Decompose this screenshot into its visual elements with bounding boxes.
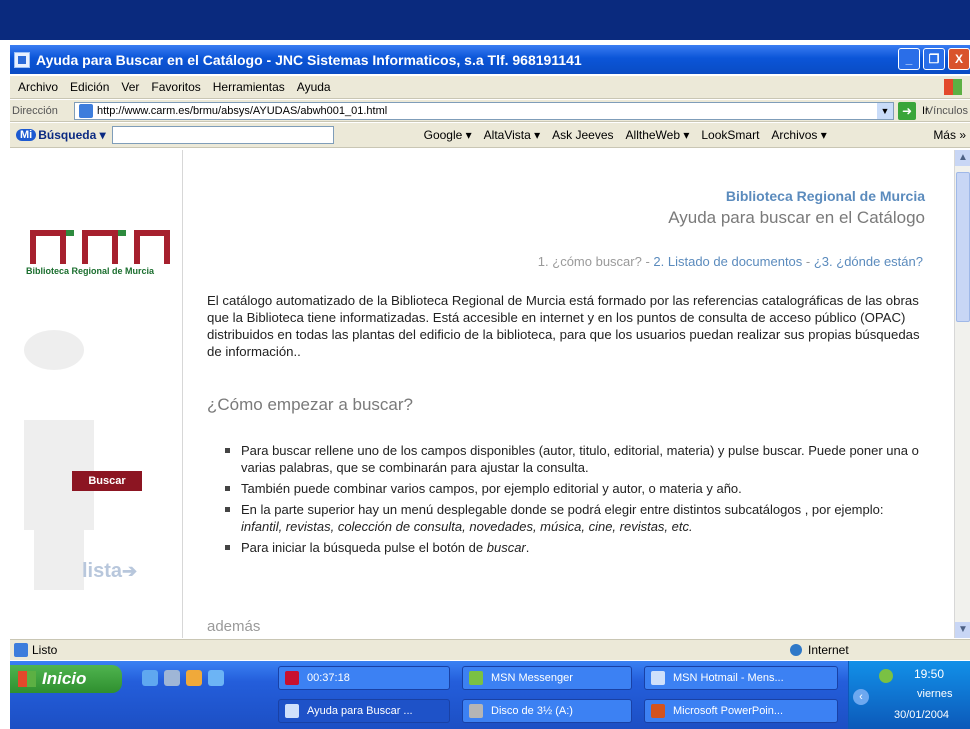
windows-logo-icon — [944, 79, 962, 95]
status-text: Listo — [32, 643, 58, 657]
task-floppy-disk[interactable]: Disco de 3½ (A:) — [462, 699, 632, 723]
address-dropdown-icon[interactable]: ▼ — [877, 102, 893, 119]
ie-icon — [285, 704, 299, 718]
lista-link[interactable]: lista➔ — [82, 560, 137, 583]
more-button[interactable]: Más » — [933, 128, 966, 142]
address-url: http://www.carm.es/brmu/absys/AYUDAS/abw… — [97, 104, 388, 117]
step-2-link[interactable]: 2. Listado de documentos — [653, 254, 802, 269]
menu-ver[interactable]: Ver — [121, 80, 139, 94]
menu-archivo[interactable]: Archivo — [18, 80, 58, 94]
search-toolbar: Mi Búsqueda ▾ Google ▾ AltaVista ▾ Ask J… — [10, 123, 970, 148]
browser-quicklaunch-icon[interactable] — [208, 670, 224, 686]
left-sidebar: Biblioteca Regional de Murcia Buscar lis… — [10, 150, 183, 638]
engine-askjeeves[interactable]: Ask Jeeves — [552, 128, 613, 142]
go-arrow-icon[interactable]: ➜ — [898, 101, 916, 120]
search-engines: Google ▾ AltaVista ▾ Ask Jeeves AlltheWe… — [424, 128, 827, 142]
section-heading: ¿Cómo empezar a buscar? — [207, 395, 413, 414]
close-button[interactable]: X — [948, 48, 970, 70]
chevron-down-icon: ▾ — [96, 128, 106, 142]
main-content: Biblioteca Regional de Murcia Ayuda para… — [195, 150, 935, 638]
ie-page-icon — [14, 51, 30, 68]
list-item: También puede combinar varios campos, po… — [225, 480, 925, 497]
status-bar: Listo Internet — [10, 639, 970, 660]
desktop-quicklaunch-icon[interactable] — [164, 670, 180, 686]
busqueda-label: Búsqueda — [38, 128, 97, 142]
engine-looksmart[interactable]: LookSmart — [701, 128, 759, 142]
engine-archivos[interactable]: Archivos ▾ — [771, 128, 826, 142]
timer-icon — [285, 671, 299, 685]
page-content: Biblioteca Regional de Murcia Buscar lis… — [10, 150, 954, 638]
ie-icon — [651, 671, 665, 685]
minimize-button[interactable]: _ — [898, 48, 920, 70]
window-titlebar[interactable]: Ayuda para Buscar en el Catálogo - JNC S… — [10, 45, 970, 74]
search-input[interactable] — [111, 126, 334, 144]
arrow-right-icon: ➔ — [122, 561, 138, 581]
system-tray: ‹ 19:50 viernes 30/01/2004 — [848, 661, 970, 729]
intro-paragraph: El catálogo automatizado de la Bibliotec… — [207, 293, 920, 359]
msn-tray-icon[interactable] — [879, 669, 893, 683]
engine-google[interactable]: Google ▾ — [424, 128, 472, 142]
start-button[interactable]: Inicio — [10, 665, 122, 693]
messenger-icon — [469, 671, 483, 685]
menu-edicion[interactable]: Edición — [70, 80, 109, 94]
step-navigation: 1. ¿cómo buscar? - 2. Listado de documen… — [537, 254, 923, 269]
page-icon — [79, 103, 93, 118]
list-item: En la parte superior hay un menú despleg… — [225, 501, 925, 535]
maximize-button[interactable]: ❐ — [923, 48, 945, 70]
menu-herramientas[interactable]: Herramientas — [213, 80, 285, 94]
logo-text: Biblioteca Regional de Murcia — [26, 266, 155, 276]
buscar-button[interactable]: Buscar — [72, 471, 142, 491]
clock-date: 30/01/2004 — [894, 709, 950, 721]
org-name: Biblioteca Regional de Murcia — [725, 188, 925, 204]
powerpoint-icon — [651, 704, 665, 718]
links-button[interactable]: Vínculos — [926, 105, 968, 117]
vertical-scrollbar[interactable]: ▲ ▼ — [954, 150, 970, 638]
list-item: Para buscar rellene uno de los campos di… — [225, 442, 925, 476]
task-msn-hotmail[interactable]: MSN Hotmail - Mens... — [644, 666, 838, 690]
engine-altavista[interactable]: AltaVista ▾ — [484, 128, 541, 142]
clock-time[interactable]: 19:50 — [914, 667, 944, 681]
task-powerpoint[interactable]: Microsoft PowerPoin... — [644, 699, 838, 723]
instructions-list: Para buscar rellene uno de los campos di… — [225, 442, 925, 560]
clock-day: viernes — [917, 688, 953, 700]
step-1: 1. ¿cómo buscar? — [537, 254, 642, 269]
taskbar: Inicio 00:37:18 MSN Messenger MSN Hotmai… — [10, 661, 970, 729]
desktop-top-band — [0, 0, 970, 40]
quick-launch — [142, 670, 224, 686]
engine-alltheweb[interactable]: AlltheWeb ▾ — [626, 128, 690, 142]
scroll-thumb[interactable] — [956, 172, 970, 322]
menu-favoritos[interactable]: Favoritos — [151, 80, 200, 94]
ademas-heading: además — [207, 618, 261, 635]
mi-busqueda-button[interactable]: Mi Búsqueda ▾ — [16, 128, 106, 142]
floppy-icon — [469, 704, 483, 718]
address-input[interactable]: http://www.carm.es/brmu/absys/AYUDAS/abw… — [74, 101, 894, 120]
task-msn-messenger[interactable]: MSN Messenger — [462, 666, 632, 690]
menu-ayuda[interactable]: Ayuda — [297, 80, 331, 94]
scroll-up-icon[interactable]: ▲ — [955, 150, 970, 166]
security-zone: Internet — [790, 643, 849, 657]
lista-label: lista — [82, 560, 123, 582]
window-title: Ayuda para Buscar en el Catálogo - JNC S… — [36, 51, 582, 68]
address-bar: Dirección http://www.carm.es/brmu/absys/… — [10, 100, 970, 122]
mi-badge: Mi — [16, 129, 37, 141]
task-ayuda-para-buscar[interactable]: Ayuda para Buscar ... — [278, 699, 450, 723]
globe-icon — [790, 644, 802, 656]
tray-collapse-icon[interactable]: ‹ — [853, 689, 869, 705]
step-3-link[interactable]: ¿3. ¿dónde están? — [814, 254, 923, 269]
address-label: Dirección — [12, 104, 58, 117]
list-item: Para iniciar la búsqueda pulse el botón … — [225, 539, 925, 556]
ie-quicklaunch-icon[interactable] — [142, 670, 158, 686]
windows-flag-icon — [18, 671, 36, 687]
library-logo — [30, 230, 190, 266]
task-timer[interactable]: 00:37:18 — [278, 666, 450, 690]
page-status-icon — [14, 643, 28, 657]
media-quicklaunch-icon[interactable] — [186, 670, 202, 686]
window-controls: _ ❐ X — [898, 48, 970, 70]
page-title: Ayuda para buscar en el Catálogo — [668, 208, 925, 227]
menu-bar: Archivo Edición Ver Favoritos Herramient… — [10, 76, 970, 99]
scroll-down-icon[interactable]: ▼ — [955, 622, 970, 638]
